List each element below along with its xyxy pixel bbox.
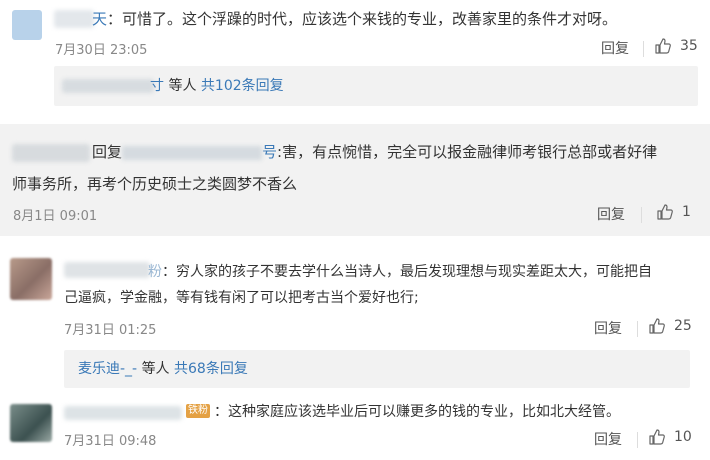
thumbs-up-icon [649,429,665,445]
comment-text-line2: 师事务所，再考个历史硕士之类圆梦不香么 [12,175,298,193]
like-button[interactable]: 25 [648,317,692,335]
timestamp: 7月31日 09:48 [64,434,157,449]
comment-text: 粉：穷人家的孩子不要去学什么当诗人，最后发现理想与现实差距太大，可能把自 [148,264,652,280]
reply-summary-text: 寸 等人 共102条回复 [150,78,284,94]
username-blurred[interactable] [12,144,90,162]
comment-card: 回复 号:害，有点惋惜，完全可以报金融律师考银行总部或者好律 师事务所，再考个历史… [0,124,710,236]
reply-summary-box[interactable]: 麦乐迪-_- 等人 共68条回复 [64,350,690,388]
mention-blurred[interactable] [122,145,263,160]
avatar[interactable] [10,404,52,442]
comment-text: 回复 号:害，有点惋惜，完全可以报金融律师考银行总部或者好律 [92,143,658,161]
comment-text-line2: 己逼疯，学金融，等有钱有闲了可以把考古当个爱好也行; [64,290,419,306]
comment-text: 天：可惜了。这个浮躁的时代，应该选个来钱的专业，改善家里的条件才对呀。 [92,10,618,28]
like-count: 35 [680,38,698,54]
avatar[interactable] [12,10,42,40]
fan-badge: 铁粉 [186,404,210,418]
timestamp: 7月30日 23:05 [55,43,148,58]
like-button[interactable]: 1 [656,203,691,221]
username[interactable]: 天 [92,10,107,28]
comment-card: 粉：穷人家的孩子不要去学什么当诗人，最后发现理想与现实差距太大，可能把自 己逼疯… [0,244,710,460]
username-blurred[interactable] [54,10,94,28]
reply-count-link[interactable]: 共102条回复 [201,78,284,94]
timestamp: 8月1日 09:01 [13,209,98,224]
avatar[interactable] [10,258,52,300]
timestamp: 7月31日 01:25 [64,323,157,338]
reply-summary-text: 麦乐迪-_- 等人 共68条回复 [78,361,248,377]
divider [637,432,638,448]
thumbs-up-icon [655,38,671,54]
reply-button[interactable]: 回复 [594,318,622,338]
comment-text: ：这种家庭应该选毕业后可以赚更多的钱的专业，比如北大经管。 [214,404,620,420]
divider [641,207,642,223]
reply-button[interactable]: 回复 [601,38,629,58]
username-blurred[interactable] [64,262,150,278]
reply-summary-box[interactable]: 寸 等人 共102条回复 [54,66,698,106]
like-count: 25 [674,318,692,334]
mention-suffix[interactable]: 号 [262,143,277,161]
divider [637,321,638,337]
like-button[interactable]: 10 [648,428,692,446]
like-count: 1 [682,204,691,220]
like-button[interactable]: 35 [654,37,698,55]
comment-card: 天：可惜了。这个浮躁的时代，应该选个来钱的专业，改善家里的条件才对呀。 7月30… [0,0,710,114]
thumbs-up-icon [649,318,665,334]
reply-username-blurred [62,79,154,93]
reply-username[interactable]: 寸 [150,78,164,94]
thumbs-up-icon [657,204,673,220]
reply-button[interactable]: 回复 [594,429,622,449]
reply-button[interactable]: 回复 [597,204,625,224]
username-suffix[interactable]: 粉 [148,264,162,280]
like-count: 10 [674,429,692,445]
username-blurred[interactable] [64,406,182,420]
reply-username[interactable]: 麦乐迪-_- [78,361,137,377]
divider [643,41,644,57]
reply-count-link[interactable]: 共68条回复 [174,361,248,377]
